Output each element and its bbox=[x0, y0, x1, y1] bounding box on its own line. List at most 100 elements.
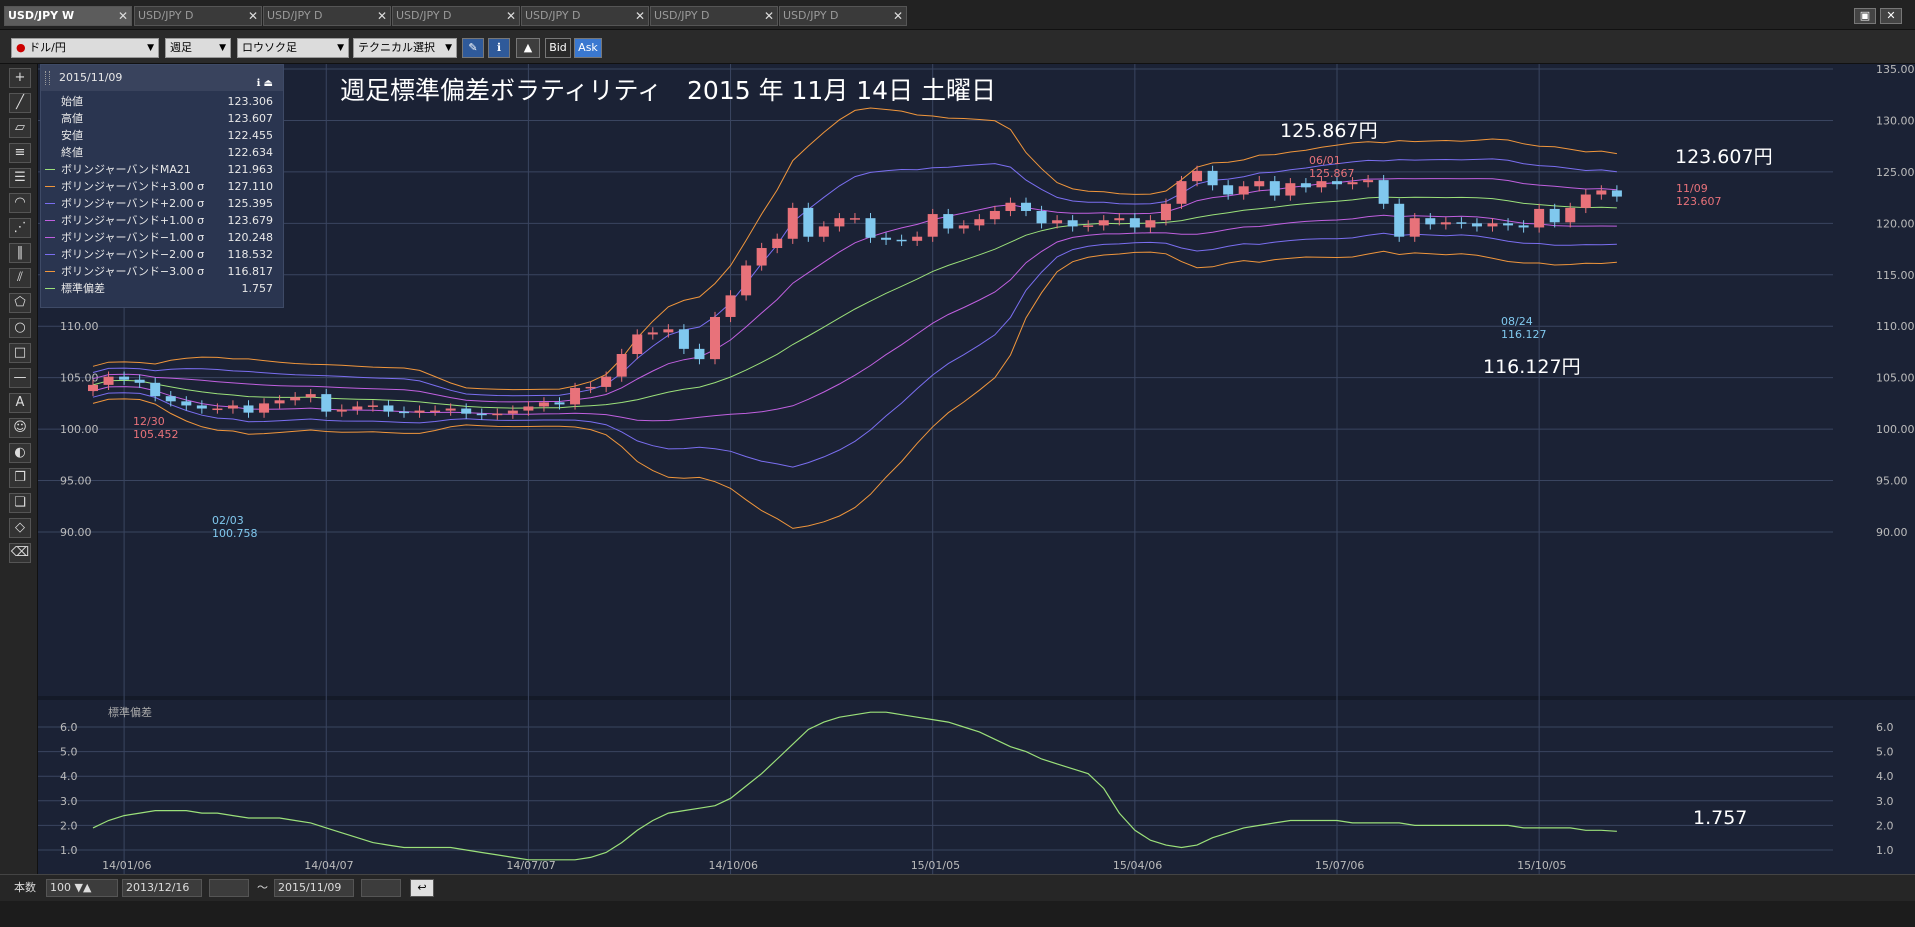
maximize-icon[interactable]: ▣ bbox=[1854, 8, 1876, 24]
chart-type-select[interactable]: ロウソク足 ▼ bbox=[237, 38, 349, 58]
tab-usdjpy-daily-6[interactable]: USD/JPY D ✕ bbox=[779, 6, 907, 26]
text-icon[interactable]: A bbox=[9, 393, 31, 413]
fibonacci-icon[interactable]: ☰ bbox=[9, 168, 31, 188]
bid-button[interactable]: Bid bbox=[545, 38, 571, 58]
info-icon[interactable]: ℹ bbox=[488, 38, 510, 58]
tab-usdjpy-daily-1[interactable]: USD/JPY D ✕ bbox=[134, 6, 262, 26]
legend-label: 高値 bbox=[61, 112, 83, 125]
mountain-chart-icon[interactable]: ▲ bbox=[516, 38, 540, 58]
horizontal-lines-icon[interactable]: ≡ bbox=[9, 143, 31, 163]
close-window-icon[interactable]: ✕ bbox=[1880, 8, 1902, 24]
close-icon[interactable]: ✕ bbox=[635, 7, 645, 25]
currency-select[interactable]: ● ドル/円 ▼ bbox=[11, 38, 159, 58]
marker-date-5: 11/09 bbox=[1676, 182, 1708, 195]
data-legend-panel[interactable]: 2015/11/09 ℹ ⏏ 始値 123.306 高値 123.607 安値 122.4… bbox=[40, 64, 284, 308]
marker-date-4: 08/24 bbox=[1501, 315, 1533, 328]
vertical-lines-icon[interactable]: ‖ bbox=[9, 243, 31, 263]
legend-label: ボリンジャーバンド−3.00 σ bbox=[61, 265, 205, 278]
candle-body bbox=[1347, 182, 1358, 185]
line-icon[interactable]: — bbox=[9, 368, 31, 388]
close-icon[interactable]: ✕ bbox=[506, 7, 516, 25]
sd-value-annotation: 1.757 bbox=[1693, 807, 1747, 829]
tab-usdjpy-weekly[interactable]: USD/JPY W ✕ bbox=[4, 6, 132, 26]
candle-body bbox=[492, 413, 503, 416]
copy-icon[interactable]: ❐ bbox=[9, 468, 31, 488]
close-icon[interactable]: ✕ bbox=[377, 7, 387, 25]
legend-swatch bbox=[45, 169, 55, 170]
to-time-field[interactable] bbox=[361, 879, 401, 897]
channel-icon[interactable]: ⫽ bbox=[9, 268, 31, 288]
from-time-field[interactable] bbox=[209, 879, 249, 897]
settings-icon[interactable]: ◐ bbox=[9, 443, 31, 463]
legend-header[interactable]: 2015/11/09 ℹ ⏏ bbox=[41, 65, 283, 91]
candle-body bbox=[1487, 223, 1498, 227]
stepper-icon[interactable]: ▼▲ bbox=[75, 881, 92, 894]
candle-body bbox=[538, 402, 549, 407]
tab-usdjpy-daily-2[interactable]: USD/JPY D ✕ bbox=[263, 6, 391, 26]
close-icon[interactable]: ✕ bbox=[118, 7, 128, 25]
pane-divider[interactable] bbox=[38, 696, 1915, 700]
candle-body bbox=[1098, 220, 1109, 226]
fan-icon[interactable]: ⋰ bbox=[9, 218, 31, 238]
marker-date-2: 02/03 bbox=[212, 514, 244, 527]
candle-body bbox=[1394, 203, 1405, 237]
legend-row: 標準偏差 1.757 bbox=[41, 280, 285, 297]
tab-usdjpy-daily-5[interactable]: USD/JPY D ✕ bbox=[650, 6, 778, 26]
close-icon[interactable]: ✕ bbox=[893, 7, 903, 25]
tab-usdjpy-daily-3[interactable]: USD/JPY D ✕ bbox=[392, 6, 520, 26]
circle-icon[interactable]: ○ bbox=[9, 318, 31, 338]
sd-tick-right: 3.0 bbox=[1876, 795, 1894, 808]
chart-area[interactable]: 135.00135.00130.00130.00125.00125.00120.… bbox=[38, 64, 1915, 874]
crosshair-icon[interactable]: + bbox=[9, 68, 31, 88]
tab-usdjpy-daily-4[interactable]: USD/JPY D ✕ bbox=[521, 6, 649, 26]
stamp-icon[interactable]: ☺ bbox=[9, 418, 31, 438]
close-icon[interactable]: ✕ bbox=[248, 7, 258, 25]
legend-value: 118.532 bbox=[227, 248, 274, 261]
candle-body bbox=[290, 397, 301, 401]
candle-body bbox=[445, 408, 456, 411]
sd-tick-left: 4.0 bbox=[60, 770, 78, 783]
candle-body bbox=[1052, 220, 1063, 224]
from-date-field[interactable]: 2013/12/16 bbox=[122, 879, 202, 897]
paste-icon[interactable]: ❏ bbox=[9, 493, 31, 513]
pentagon-icon[interactable]: ⬠ bbox=[9, 293, 31, 313]
period-select[interactable]: 週足 ▼ bbox=[165, 38, 231, 58]
trendline-icon[interactable]: ╱ bbox=[9, 93, 31, 113]
eraser-icon[interactable]: ◇ bbox=[9, 518, 31, 538]
currency-value: ドル/円 bbox=[29, 41, 66, 54]
pen-icon[interactable]: ✎ bbox=[462, 38, 484, 58]
legend-label: ボリンジャーバンド+3.00 σ bbox=[61, 180, 205, 193]
candle-body bbox=[943, 214, 954, 229]
candle-body bbox=[383, 405, 394, 412]
chart-title: 週足標準偏差ボラティリティ 2015 年 11月 14日 土曜日 bbox=[340, 76, 996, 105]
range-separator: ～ bbox=[257, 881, 268, 894]
to-date-field[interactable]: 2015/11/09 bbox=[274, 879, 354, 897]
candle-body bbox=[1580, 194, 1591, 208]
candle-body bbox=[585, 386, 596, 389]
legend-swatch bbox=[45, 271, 55, 272]
arc-icon[interactable]: ◠ bbox=[9, 193, 31, 213]
legend-swatch bbox=[45, 203, 55, 204]
count-label: 本数 bbox=[14, 881, 36, 894]
price-tick-left: 110.00 bbox=[60, 320, 99, 333]
rectangle-icon[interactable]: □ bbox=[9, 343, 31, 363]
legend-value: 121.963 bbox=[227, 163, 274, 176]
candle-body bbox=[1456, 222, 1467, 224]
candle-body bbox=[818, 226, 829, 237]
ask-button[interactable]: Ask bbox=[574, 38, 602, 58]
count-stepper[interactable]: 100 ▼▲ bbox=[46, 879, 118, 897]
status-strip bbox=[0, 901, 1915, 927]
price-tick-right: 105.00 bbox=[1876, 372, 1915, 385]
candle-body bbox=[1596, 190, 1607, 195]
close-icon[interactable]: ✕ bbox=[764, 7, 774, 25]
legend-row: 始値 123.306 bbox=[41, 93, 285, 110]
date-tick: 14/10/06 bbox=[709, 859, 758, 872]
low-annotation: 116.127円 bbox=[1483, 356, 1581, 378]
reload-icon[interactable]: ↩ bbox=[410, 879, 434, 897]
delete-all-icon[interactable]: ⌫ bbox=[9, 543, 31, 563]
marker-date-3: 06/01 bbox=[1309, 154, 1341, 167]
legend-swatch bbox=[45, 220, 55, 221]
technical-select[interactable]: テクニカル選択 ▼ bbox=[353, 38, 457, 58]
drag-handle-icon[interactable] bbox=[45, 71, 50, 85]
ruler-icon[interactable]: ▱ bbox=[9, 118, 31, 138]
